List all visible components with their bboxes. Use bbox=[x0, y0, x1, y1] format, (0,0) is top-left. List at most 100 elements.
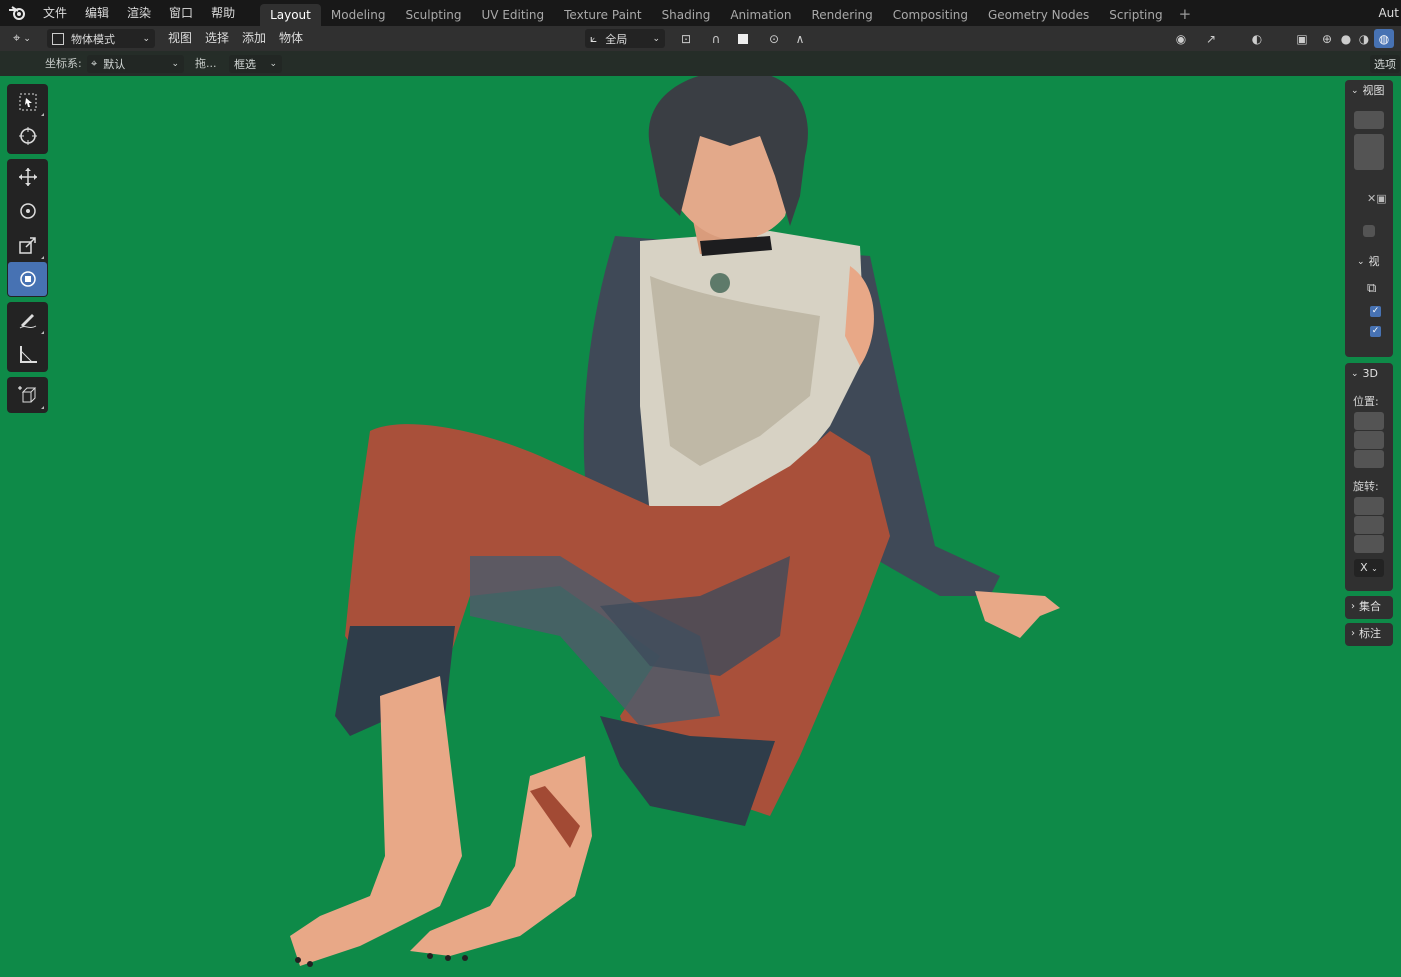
coord-system-label: 坐标系: bbox=[45, 57, 82, 70]
overlays-icon: ◐ bbox=[1251, 31, 1263, 46]
shading-material-button[interactable]: ◑ bbox=[1355, 29, 1373, 48]
lock-camera-checkbox[interactable] bbox=[1363, 225, 1375, 237]
move-tool[interactable] bbox=[8, 160, 47, 194]
view-lock-subheader[interactable]: ⌄ 视 bbox=[1345, 251, 1393, 273]
rotation-z-field[interactable] bbox=[1354, 535, 1384, 553]
rotation-x-field[interactable] bbox=[1354, 497, 1384, 515]
local-camera-icon[interactable]: ✕▣ bbox=[1367, 192, 1393, 205]
transform-orientation-select[interactable]: ⟀ 全局 ⌄ bbox=[585, 29, 665, 48]
cursor-tool[interactable] bbox=[8, 119, 47, 153]
location-x-field[interactable] bbox=[1354, 412, 1384, 430]
tab-animation[interactable]: Animation bbox=[720, 4, 801, 26]
tab-uv-editing[interactable]: UV Editing bbox=[472, 4, 555, 26]
chevron-down-icon: ⌄ bbox=[1351, 369, 1359, 379]
menu-render[interactable]: 渲染 bbox=[118, 0, 160, 26]
chevron-down-icon: ⌄ bbox=[269, 59, 277, 69]
rotation-y-field[interactable] bbox=[1354, 516, 1384, 534]
rotation-label: 旋转: bbox=[1353, 480, 1379, 493]
focal-length-field[interactable] bbox=[1354, 111, 1384, 129]
view-panel-header[interactable]: ⌄ 视图 bbox=[1345, 80, 1393, 102]
scale-tool[interactable] bbox=[8, 228, 47, 262]
gizmo-toggle[interactable]: ↗ bbox=[1200, 29, 1222, 48]
blender-logo-icon[interactable] bbox=[0, 0, 34, 26]
tab-modeling[interactable]: Modeling bbox=[321, 4, 396, 26]
menu-help[interactable]: 帮助 bbox=[202, 0, 244, 26]
add-cube-tool[interactable] bbox=[8, 378, 47, 412]
location-y-field[interactable] bbox=[1354, 431, 1384, 449]
proportional-edit-toggle[interactable]: ⊙ bbox=[764, 29, 784, 48]
menu-object[interactable]: 物体 bbox=[279, 26, 303, 51]
workspace-right-label[interactable]: Aut bbox=[1378, 0, 1401, 26]
menu-view[interactable]: 视图 bbox=[168, 26, 192, 51]
tab-sculpting[interactable]: Sculpting bbox=[395, 4, 471, 26]
tab-shading[interactable]: Shading bbox=[652, 4, 721, 26]
shading-wireframe-button[interactable]: ⊕ bbox=[1317, 29, 1337, 48]
menu-edit[interactable]: 编辑 bbox=[76, 0, 118, 26]
eye-icon: ◉ bbox=[1175, 31, 1187, 46]
drag-select[interactable]: 框选 ⌄ bbox=[229, 55, 282, 73]
pivot-point-button[interactable]: ⊡ bbox=[672, 29, 700, 48]
rotate-tool[interactable] bbox=[8, 194, 47, 228]
annotate-tool[interactable] bbox=[8, 303, 47, 337]
checkbox-1[interactable]: ✓ bbox=[1370, 306, 1381, 317]
mode-select[interactable]: 物体模式 ⌄ bbox=[47, 29, 155, 48]
transform-tool[interactable] bbox=[8, 262, 47, 296]
clip-field[interactable] bbox=[1354, 134, 1384, 170]
chevron-down-icon: ⌄ bbox=[142, 33, 150, 44]
tab-compositing[interactable]: Compositing bbox=[883, 4, 978, 26]
menu-window[interactable]: 窗口 bbox=[160, 0, 202, 26]
location-z-field[interactable] bbox=[1354, 450, 1384, 468]
add-workspace-button[interactable]: + bbox=[1173, 2, 1198, 26]
tab-scripting[interactable]: Scripting bbox=[1099, 4, 1172, 26]
options-label: 选项 bbox=[1374, 58, 1396, 71]
scale-icon bbox=[18, 237, 36, 254]
gizmo-icon: ↗ bbox=[1205, 31, 1217, 46]
chevron-down-icon: ⌄ bbox=[1371, 564, 1378, 573]
coord-system-select[interactable]: ⌖ 默认 ⌄ bbox=[87, 55, 184, 73]
camera-lock-icon[interactable]: ⧉ bbox=[1367, 281, 1393, 296]
view-panel: ⌄ 视图 ✕▣ ⌄ 视 ⧉ ✓ ✓ bbox=[1345, 80, 1393, 357]
viewport-character-render bbox=[290, 76, 1060, 967]
collection-panel[interactable]: › 集合 bbox=[1345, 596, 1393, 619]
overlays-toggle[interactable]: ◐ bbox=[1246, 29, 1268, 48]
snap-toggle[interactable]: ∩ bbox=[706, 29, 726, 48]
select-box-tool[interactable] bbox=[8, 85, 47, 119]
select-box-icon bbox=[19, 93, 36, 111]
falloff-select[interactable]: ∧ bbox=[786, 29, 814, 48]
snap-target-button[interactable] bbox=[728, 29, 758, 48]
shading-rendered-button[interactable]: ◍ bbox=[1374, 29, 1394, 48]
pencil-icon bbox=[19, 314, 36, 329]
shading-solid-button[interactable]: ● bbox=[1337, 29, 1355, 48]
rotation-mode-select[interactable]: X ⌄ bbox=[1354, 559, 1384, 577]
xray-toggle[interactable]: ▣ bbox=[1292, 29, 1312, 48]
tool-shelf bbox=[7, 84, 48, 418]
measure-tool[interactable] bbox=[8, 337, 47, 371]
menu-select[interactable]: 选择 bbox=[205, 26, 229, 51]
checkbox-2[interactable]: ✓ bbox=[1370, 326, 1381, 337]
tab-geometry-nodes[interactable]: Geometry Nodes bbox=[978, 4, 1099, 26]
collection-panel-header[interactable]: › 集合 bbox=[1345, 596, 1393, 618]
options-button[interactable]: 选项 bbox=[1370, 55, 1400, 73]
pivot-icon: ⊡ bbox=[680, 31, 692, 46]
tool-corner-marker bbox=[41, 331, 44, 334]
tool-corner-marker bbox=[41, 256, 44, 259]
workspace-tabs: Layout Modeling Sculpting UV Editing Tex… bbox=[260, 0, 1197, 26]
transform-panel-header[interactable]: ⌄ 3D bbox=[1345, 363, 1393, 385]
menu-add[interactable]: 添加 bbox=[242, 26, 266, 51]
visibility-button[interactable]: ◉ bbox=[1165, 29, 1197, 48]
chevron-down-icon: ⌄ bbox=[171, 59, 179, 69]
editor-type-button[interactable]: ⌖ ⌄ bbox=[8, 29, 42, 48]
view-panel-title: 视图 bbox=[1362, 84, 1385, 97]
tool-corner-marker bbox=[41, 406, 44, 409]
tab-rendering[interactable]: Rendering bbox=[802, 4, 883, 26]
annotation-panel-header[interactable]: › 标注 bbox=[1345, 623, 1393, 645]
tab-texture-paint[interactable]: Texture Paint bbox=[554, 4, 651, 26]
chevron-right-icon: › bbox=[1351, 628, 1355, 639]
chevron-down-icon: ⌄ bbox=[1351, 86, 1359, 96]
menu-file[interactable]: 文件 bbox=[34, 0, 76, 26]
transform-panel: ⌄ 3D 位置: 旋转: X ⌄ bbox=[1345, 363, 1393, 591]
tab-layout[interactable]: Layout bbox=[260, 4, 321, 26]
annotation-panel[interactable]: › 标注 bbox=[1345, 623, 1393, 646]
proportional-icon: ⊙ bbox=[768, 31, 780, 46]
orientation-icon: ⌖ bbox=[91, 57, 98, 70]
